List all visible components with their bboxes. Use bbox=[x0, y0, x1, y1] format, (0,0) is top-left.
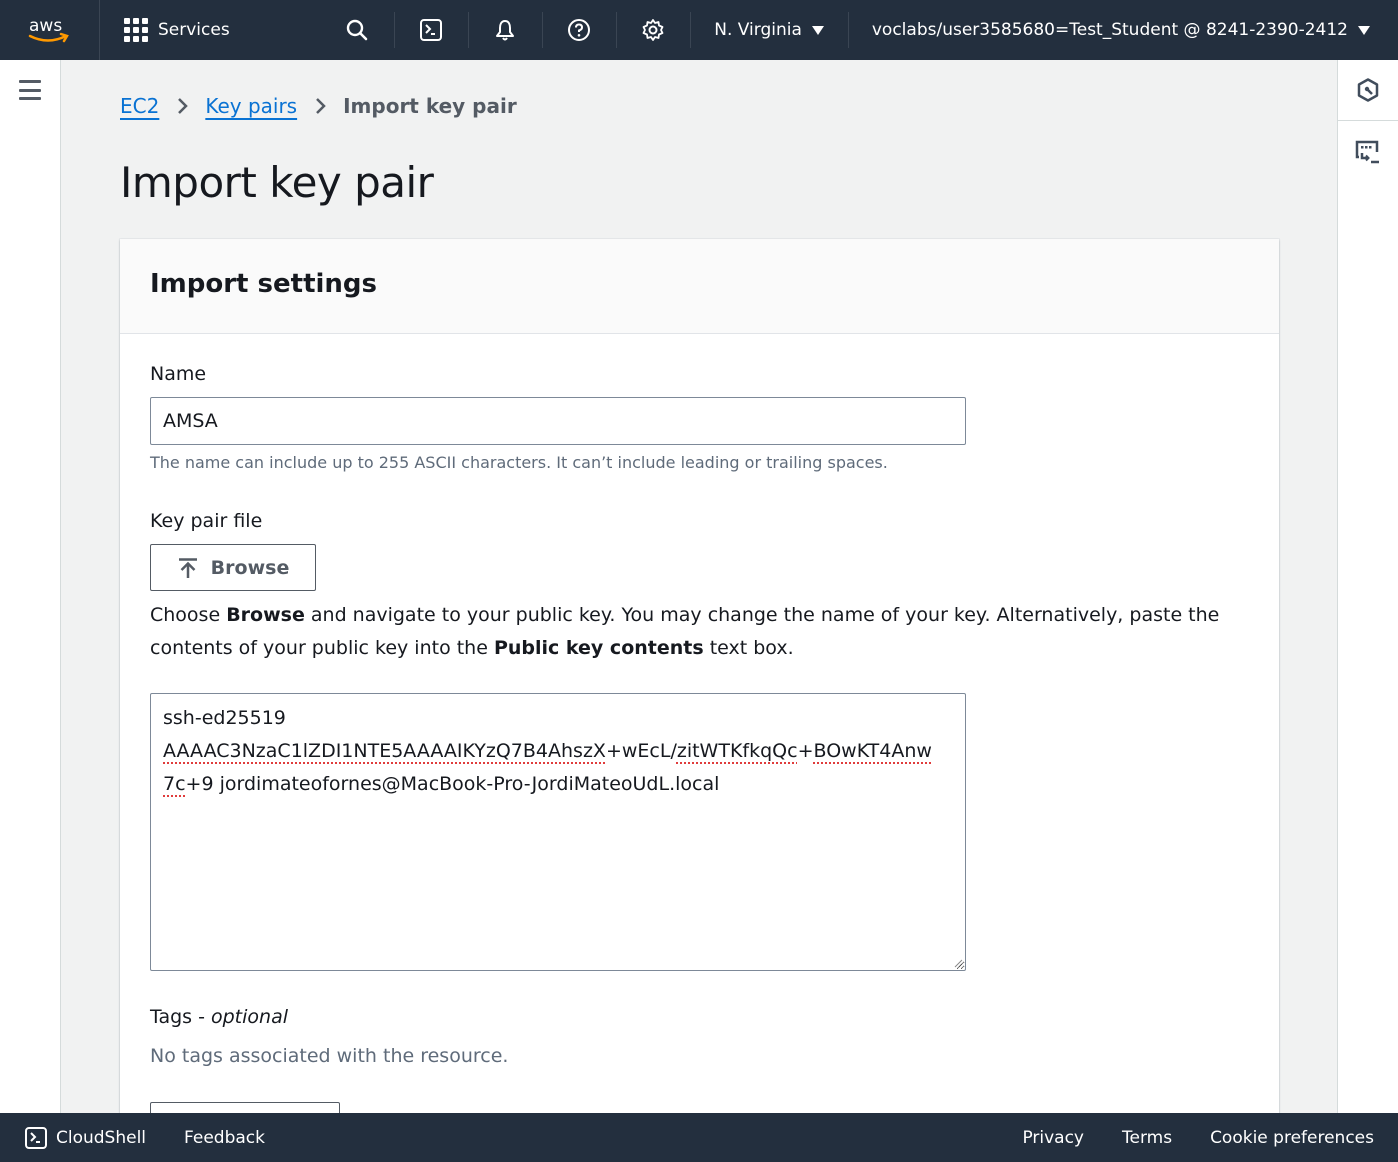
key-pair-file-label: Key pair file bbox=[150, 510, 263, 532]
cookie-preferences-link[interactable]: Cookie preferences bbox=[1210, 1128, 1374, 1148]
desc-bold-public-key-contents: Public key contents bbox=[493, 637, 704, 659]
feedback-link[interactable]: Feedback bbox=[184, 1128, 265, 1148]
tags-label: Tags - optional bbox=[150, 1006, 288, 1028]
menu-icon[interactable] bbox=[19, 80, 41, 100]
key-segment: +wEcL/ bbox=[605, 740, 677, 762]
browse-label: Browse bbox=[210, 556, 290, 579]
terms-link[interactable]: Terms bbox=[1122, 1128, 1172, 1148]
console-to-code-button[interactable] bbox=[1338, 121, 1398, 182]
key-line: 7c+9 jordimateofornes@MacBook-Pro-JordiM… bbox=[163, 768, 953, 801]
cloudshell-icon bbox=[25, 1126, 47, 1149]
name-label: Name bbox=[150, 363, 207, 385]
footer-links: Privacy Terms Cookie preferences bbox=[1022, 1128, 1398, 1148]
gear-icon bbox=[642, 19, 664, 41]
aws-logo-icon: aws bbox=[28, 16, 69, 43]
cloudshell-footer-button[interactable]: CloudShell bbox=[0, 1126, 146, 1150]
desc-bold-browse: Browse bbox=[226, 604, 305, 626]
region-label: N. Virginia bbox=[714, 20, 802, 40]
desc-text: Choose bbox=[150, 604, 227, 626]
breadcrumb-ec2[interactable]: EC2 bbox=[120, 94, 159, 118]
caret-down-icon bbox=[1358, 25, 1370, 35]
desc-text: text box. bbox=[703, 637, 794, 659]
notifications-button[interactable] bbox=[468, 0, 542, 60]
key-line: AAAAC3NzaC1lZDI1NTE5AAAAIKYzQ7B4AhszX+wE… bbox=[163, 735, 953, 768]
resize-handle-icon[interactable] bbox=[953, 958, 963, 968]
chevron-right-icon bbox=[315, 97, 327, 115]
services-label: Services bbox=[158, 20, 230, 40]
services-menu[interactable]: Services bbox=[100, 0, 230, 60]
add-tag-button[interactable] bbox=[150, 1102, 340, 1113]
privacy-link[interactable]: Privacy bbox=[1022, 1128, 1084, 1148]
bell-icon bbox=[496, 20, 515, 41]
key-segment: zitWTKfkqQc bbox=[676, 740, 798, 762]
import-settings-panel: Import settings Name The name can includ… bbox=[120, 239, 1279, 1113]
aws-logo[interactable]: aws bbox=[0, 0, 100, 60]
account-label: voclabs/user3585680=Test_Student @ 8241-… bbox=[871, 20, 1348, 40]
page-title: Import key pair bbox=[120, 158, 434, 207]
key-pair-description: Choose Browse and navigate to your publi… bbox=[150, 599, 1230, 665]
chevron-right-icon bbox=[177, 97, 189, 115]
top-navigation: aws Services N. Virginia voclabs/user358… bbox=[0, 0, 1398, 60]
help-icon bbox=[568, 19, 591, 41]
region-selector[interactable]: N. Virginia bbox=[690, 0, 848, 60]
cloudshell-button[interactable] bbox=[394, 0, 468, 60]
account-menu[interactable]: voclabs/user3585680=Test_Student @ 8241-… bbox=[847, 0, 1398, 60]
cloudshell-label: CloudShell bbox=[56, 1127, 147, 1148]
browse-button[interactable]: Browse bbox=[150, 544, 316, 591]
left-navigation-rail bbox=[0, 60, 61, 1113]
name-hint: The name can include up to 255 ASCII cha… bbox=[150, 453, 888, 472]
breadcrumb-current: Import key pair bbox=[343, 94, 517, 118]
key-segment: AAAAC3NzaC1lZDI1NTE5AAAAIKYzQ7B4AhszX bbox=[163, 740, 606, 762]
main-content: EC2 Key pairs Import key pair Import key… bbox=[62, 60, 1337, 1113]
name-input[interactable] bbox=[150, 397, 966, 445]
search-icon bbox=[347, 19, 368, 41]
amazon-q-button[interactable] bbox=[1338, 60, 1398, 121]
key-segment: +9 jordimateofornes@MacBook-Pro-JordiMat… bbox=[185, 773, 720, 795]
console-to-code-icon bbox=[1355, 140, 1379, 163]
cloudshell-icon bbox=[420, 19, 443, 41]
key-line: ssh-ed25519 bbox=[163, 707, 286, 729]
settings-button[interactable] bbox=[616, 0, 690, 60]
key-segment: + bbox=[797, 740, 814, 762]
breadcrumb-key-pairs[interactable]: Key pairs bbox=[205, 94, 297, 118]
help-button[interactable] bbox=[542, 0, 616, 60]
tags-optional-text: optional bbox=[211, 1006, 289, 1028]
key-segment: 7c bbox=[163, 773, 186, 795]
panel-title: Import settings bbox=[150, 269, 378, 299]
svg-text:aws: aws bbox=[29, 16, 62, 36]
no-tags-message: No tags associated with the resource. bbox=[150, 1045, 509, 1067]
tags-label-text: Tags - bbox=[150, 1006, 211, 1028]
breadcrumb: EC2 Key pairs Import key pair bbox=[120, 94, 517, 118]
services-grid-icon bbox=[124, 18, 148, 42]
caret-down-icon bbox=[811, 25, 824, 35]
right-tools-rail bbox=[1337, 60, 1398, 1113]
public-key-contents-textarea[interactable]: ssh-ed25519 AAAAC3NzaC1lZDI1NTE5AAAAIKYz… bbox=[150, 693, 966, 971]
upload-icon bbox=[178, 557, 197, 578]
footer: CloudShell Feedback Privacy Terms Cookie… bbox=[0, 1113, 1398, 1162]
panel-header: Import settings bbox=[120, 239, 1279, 334]
amazon-q-icon bbox=[1357, 78, 1379, 102]
search-button[interactable] bbox=[320, 0, 394, 60]
key-segment: BOwKT4Anw bbox=[813, 740, 932, 762]
